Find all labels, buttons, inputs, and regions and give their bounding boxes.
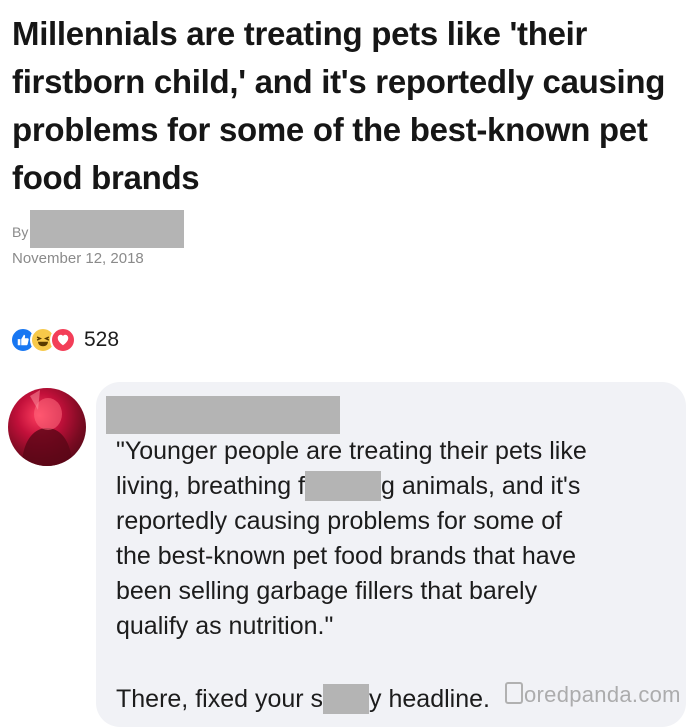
article-date: November 12, 2018: [12, 250, 144, 267]
reaction-count[interactable]: 528: [84, 328, 119, 352]
censored-word-redaction: [323, 684, 370, 714]
comment-line: the best-known pet food brands that have: [116, 542, 577, 570]
article-header: Millennials are treating pets like 'thei…: [0, 0, 700, 300]
love-icon[interactable]: [50, 327, 76, 353]
commenter-avatar[interactable]: [8, 388, 86, 466]
reactions-bar[interactable]: 528: [10, 326, 119, 354]
comment-line: qualify as nutrition.": [116, 612, 334, 640]
comment-closing-line: There, fixed your s y headline.: [116, 682, 490, 717]
boredpanda-watermark: oredpanda.com: [505, 682, 681, 708]
byline: By: [12, 210, 185, 248]
watermark-text: oredpanda.com: [524, 682, 681, 707]
commenter-name-redacted[interactable]: [106, 396, 340, 434]
watermark-b-logo: [505, 682, 523, 704]
author-name-redacted: [30, 210, 185, 248]
byline-label: By: [12, 224, 29, 240]
censored-word-redaction: [305, 471, 382, 501]
comment-line: reportedly causing problems for some of: [116, 507, 563, 535]
article-headline[interactable]: Millennials are treating pets like 'thei…: [12, 10, 682, 202]
comment-line-fragment: g animals, and it's: [381, 472, 581, 500]
comment-line-fragment: There, fixed your s: [116, 685, 324, 713]
comment-line: "Younger people are treating their pets …: [116, 437, 587, 465]
comment-bubble: "Younger people are treating their pets …: [96, 382, 686, 727]
comment-line: been selling garbage fillers that barely: [116, 577, 538, 605]
comment-line-fragment: living, breathing f: [116, 472, 306, 500]
comment-line-fragment: y headline.: [369, 685, 490, 713]
comment-line: living, breathing f g animals, and it's: [116, 469, 676, 504]
comment-text: "Younger people are treating their pets …: [116, 434, 676, 644]
